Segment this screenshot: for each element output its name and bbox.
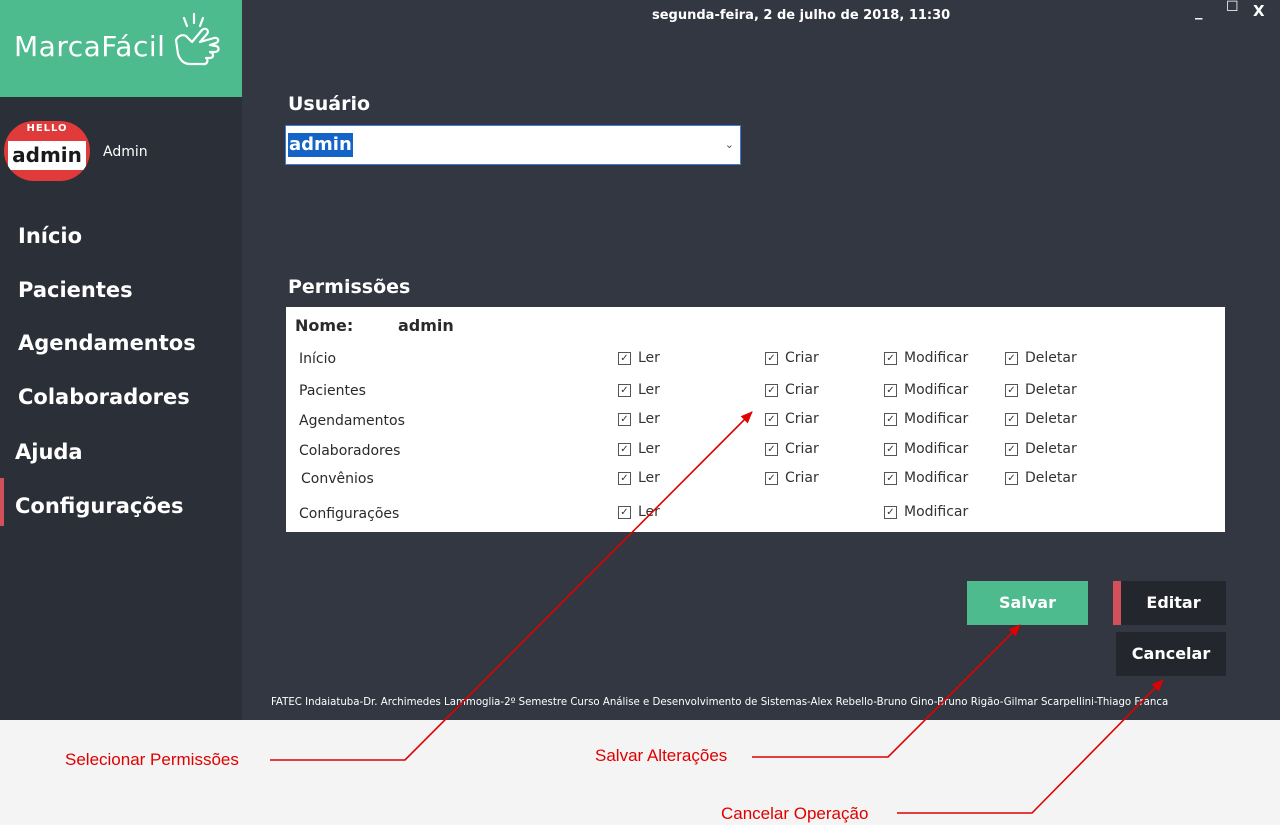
arrow-selecionar	[270, 411, 753, 761]
arrow-cancelar	[897, 679, 1164, 814]
annotation-selecionar: Selecionar Permissões	[65, 750, 239, 769]
annotation-arrows	[270, 411, 1164, 814]
annotation-salvar: Salvar Alterações	[595, 746, 728, 765]
arrow-salvar	[752, 624, 1021, 758]
annotation-cancelar: Cancelar Operação	[721, 804, 869, 823]
